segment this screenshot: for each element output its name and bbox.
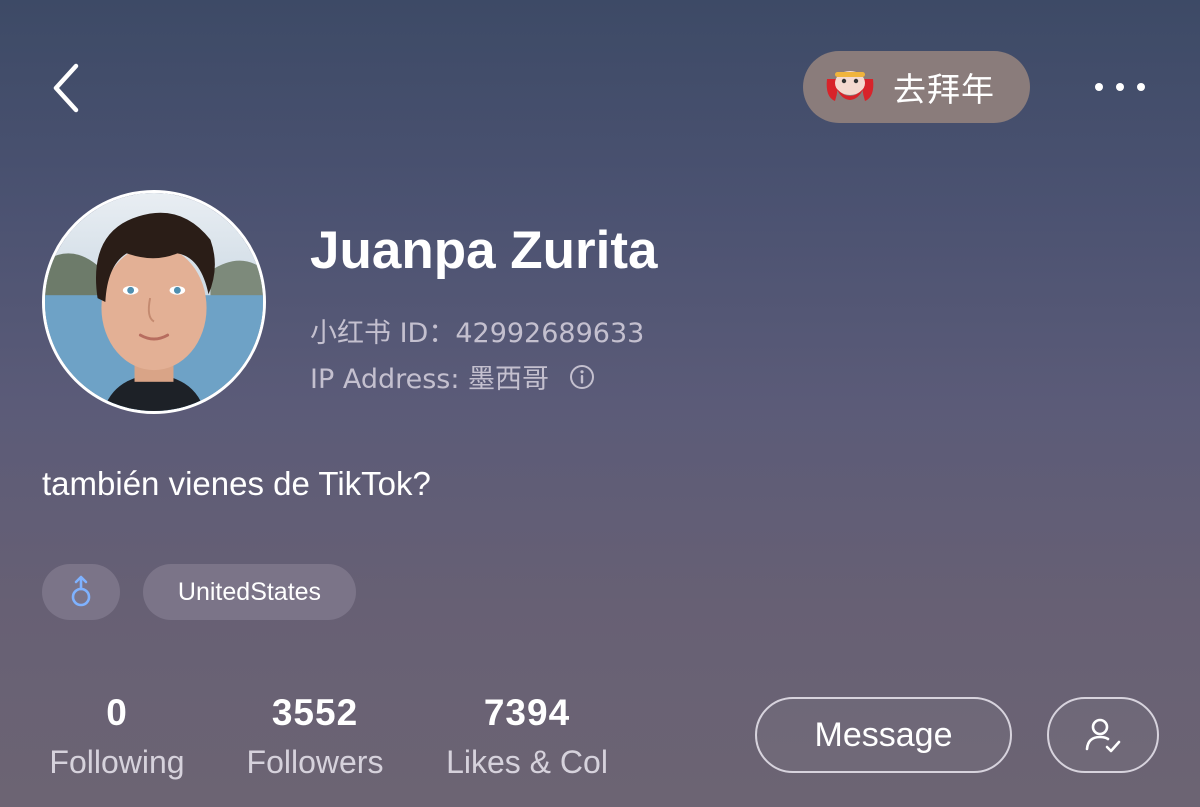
ip-address: IP Address: 墨西哥 [310, 364, 550, 395]
followers-label: Followers [246, 744, 384, 780]
location-tag: UnitedStates [143, 564, 356, 620]
avatar[interactable] [42, 190, 266, 414]
stat-followers[interactable]: 3552 Followers [220, 692, 410, 781]
following-count: 0 [106, 692, 128, 733]
new-year-greeting-button[interactable]: 去拜年 [803, 51, 1030, 123]
likes-count: 7394 [483, 692, 571, 733]
new-year-greeting-label: 去拜年 [893, 70, 995, 109]
ip-address-row: IP Address: 墨西哥 [310, 357, 595, 396]
male-icon [71, 575, 91, 607]
followers-count: 3552 [271, 692, 359, 733]
more-horizontal-icon [1095, 83, 1145, 91]
profile-name: Juanpa Zurita [310, 221, 658, 280]
lion-dance-icon [826, 71, 874, 101]
gender-tag [42, 564, 120, 620]
user-check-icon [1085, 718, 1121, 753]
info-icon[interactable] [569, 364, 595, 390]
following-status-button[interactable] [1047, 697, 1159, 773]
more-options-button[interactable] [1080, 62, 1160, 112]
likes-label: Likes & Col [446, 744, 608, 780]
profile-bio: también viene﻿s de TikTok? [42, 465, 431, 502]
following-label: Following [49, 744, 185, 780]
chevron-left-icon [53, 63, 79, 113]
message-button[interactable]: Message [755, 697, 1012, 773]
user-id: 小红书 ID：42992689633 [310, 318, 645, 349]
stat-following[interactable]: 0 Following [22, 692, 212, 781]
stat-likes-collections[interactable]: 7394 Likes & Col [432, 692, 622, 781]
back-button[interactable] [40, 58, 96, 118]
avatar-photo [45, 193, 263, 411]
